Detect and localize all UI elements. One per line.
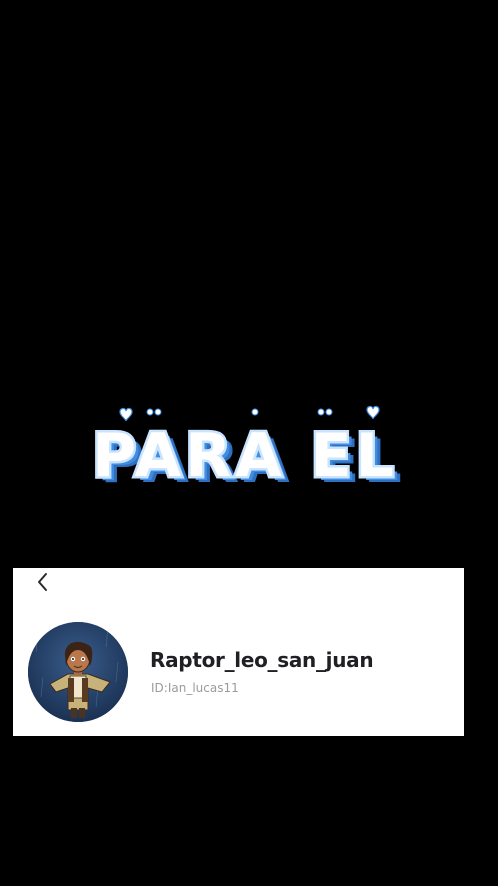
heart-icon <box>119 407 133 422</box>
chevron-left-icon <box>38 573 47 591</box>
profile-card: Raptor_leo_san_juan ID:Ian_lucas11 <box>13 568 464 736</box>
user-id: ID:Ian_lucas11 <box>151 681 239 695</box>
heart-icon <box>146 408 162 416</box>
overlay-title: PARA EL PARA EL PARA EL PARA EL PARA EL <box>0 396 498 496</box>
title-text: PARA EL <box>92 421 398 491</box>
overlay-title-graphic: PARA EL PARA EL PARA EL PARA EL PARA EL <box>90 405 402 496</box>
video-frame: PARA EL PARA EL PARA EL PARA EL PARA EL <box>0 0 498 886</box>
back-button[interactable] <box>31 570 55 594</box>
avatar[interactable] <box>28 622 128 722</box>
heart-icon <box>251 408 259 416</box>
avatar-illustration <box>28 622 128 722</box>
heart-icon <box>317 408 333 416</box>
heart-icon <box>366 405 380 420</box>
username: Raptor_leo_san_juan <box>150 648 374 672</box>
